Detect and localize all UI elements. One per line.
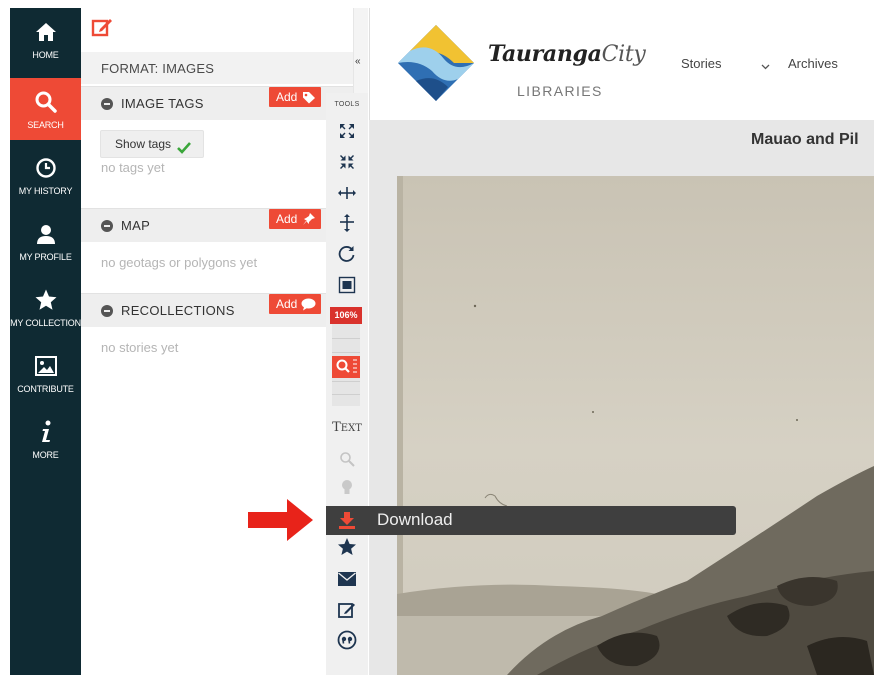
- fit-screen-icon[interactable]: [336, 274, 358, 296]
- text-search-icon[interactable]: [336, 448, 358, 470]
- show-tags-label: Show tags: [115, 137, 172, 151]
- nav-search[interactable]: SEARCH: [10, 78, 81, 140]
- nav-search-label: SEARCH: [27, 120, 64, 130]
- nav-link-archives[interactable]: Archives: [788, 56, 838, 71]
- add-map-label: Add: [276, 212, 298, 226]
- image-title: Mauao and Pil: [751, 131, 859, 148]
- lightbulb-icon[interactable]: [336, 477, 358, 499]
- comment-icon: [301, 297, 316, 317]
- star-icon: [10, 285, 81, 315]
- map-title: MAP: [121, 218, 151, 233]
- tools-label: TOOLS: [334, 101, 360, 108]
- zoom-percent: 106%: [330, 307, 362, 324]
- quote-icon[interactable]: [336, 629, 358, 651]
- text-tool-button[interactable]: TEXT: [326, 420, 368, 435]
- recollections-header[interactable]: RECOLLECTIONS Add: [81, 293, 353, 327]
- image-viewer: Mauao and Pil: [369, 120, 874, 675]
- nav-link-stories[interactable]: Stories: [681, 56, 721, 71]
- checkmark-icon: [177, 137, 191, 164]
- image-tags-header[interactable]: IMAGE TAGS Add: [81, 86, 353, 120]
- clock-icon: [10, 153, 81, 183]
- add-map-button[interactable]: Add: [269, 209, 321, 229]
- logo-wordmark: TaurangaCity: [488, 41, 646, 67]
- image-icon: [10, 351, 81, 381]
- fit-height-icon[interactable]: [336, 212, 358, 234]
- no-geotags-text: no geotags or polygons yet: [101, 255, 258, 270]
- download-label: Download: [377, 510, 453, 529]
- image-tags-title: IMAGE TAGS: [121, 96, 204, 111]
- item-panel: FORMAT: IMAGES IMAGE TAGS Add Show tags …: [81, 8, 353, 675]
- download-icon: [337, 510, 357, 535]
- site-header: TaurangaCity LIBRARIES Stories Archives: [369, 8, 874, 120]
- library-logo-icon[interactable]: [396, 23, 476, 108]
- favourite-star-icon[interactable]: [336, 536, 358, 558]
- rotate-icon[interactable]: [336, 243, 358, 265]
- nav-collection-label: MY COLLECTION: [10, 318, 81, 328]
- nav-collection[interactable]: MY COLLECTION: [10, 276, 81, 338]
- home-icon: [10, 17, 81, 47]
- zoom-search-icon: [336, 359, 357, 373]
- nav-home-label: HOME: [32, 50, 59, 60]
- logo-subtitle: LIBRARIES: [517, 83, 603, 99]
- recollections-title: RECOLLECTIONS: [121, 303, 235, 318]
- collapse-icon: [101, 220, 113, 232]
- show-tags-button[interactable]: Show tags: [100, 130, 204, 158]
- nav-history-label: MY HISTORY: [18, 186, 73, 196]
- format-label: FORMAT: IMAGES: [81, 52, 353, 84]
- nav-contribute[interactable]: CONTRIBUTE: [10, 342, 81, 404]
- no-stories-text: no stories yet: [101, 340, 179, 355]
- map-header[interactable]: MAP Add: [81, 208, 353, 242]
- add-tag-button[interactable]: Add: [269, 87, 321, 107]
- nav-more-label: MORE: [32, 450, 59, 460]
- nav-more[interactable]: MORE: [10, 408, 81, 470]
- nav-history[interactable]: MY HISTORY: [10, 144, 81, 206]
- email-icon[interactable]: [336, 568, 358, 590]
- double-chevron-left-icon: «: [355, 56, 361, 67]
- exit-fullscreen-icon[interactable]: [336, 151, 358, 173]
- no-tags-text: no tags yet: [101, 160, 165, 175]
- nav-profile[interactable]: MY PROFILE: [10, 210, 81, 272]
- text-tool-label: TEXT: [332, 420, 362, 435]
- nav-home[interactable]: HOME: [10, 8, 81, 70]
- tag-icon: [302, 90, 316, 110]
- fullscreen-icon[interactable]: [336, 120, 358, 142]
- archive-photo[interactable]: [397, 176, 874, 675]
- logo-word: Tauranga: [488, 41, 602, 67]
- main-nav: HOME SEARCH MY HISTORY MY PROFILE MY COL…: [10, 8, 81, 675]
- fit-width-icon[interactable]: [336, 182, 358, 204]
- add-recollection-button[interactable]: Add: [269, 294, 321, 314]
- info-icon: [10, 417, 81, 447]
- zoom-slider-handle[interactable]: [332, 356, 360, 378]
- viewer-toolbar: TOOLS 106% TEXT: [326, 93, 368, 675]
- logo-city: City: [601, 42, 646, 67]
- add-recollection-label: Add: [276, 297, 298, 311]
- collapse-icon: [101, 98, 113, 110]
- nav-profile-label: MY PROFILE: [19, 252, 72, 262]
- add-tag-label: Add: [276, 90, 298, 104]
- collapse-icon: [101, 305, 113, 317]
- edit-icon[interactable]: [91, 16, 113, 43]
- pointer-arrow-icon: [247, 497, 315, 548]
- user-icon: [10, 219, 81, 249]
- pin-icon: [302, 212, 316, 232]
- search-icon: [10, 87, 81, 117]
- download-button[interactable]: Download: [326, 506, 736, 535]
- chevron-down-icon[interactable]: [761, 58, 770, 76]
- edit-note-icon[interactable]: [336, 599, 358, 621]
- nav-contribute-label: CONTRIBUTE: [17, 384, 74, 394]
